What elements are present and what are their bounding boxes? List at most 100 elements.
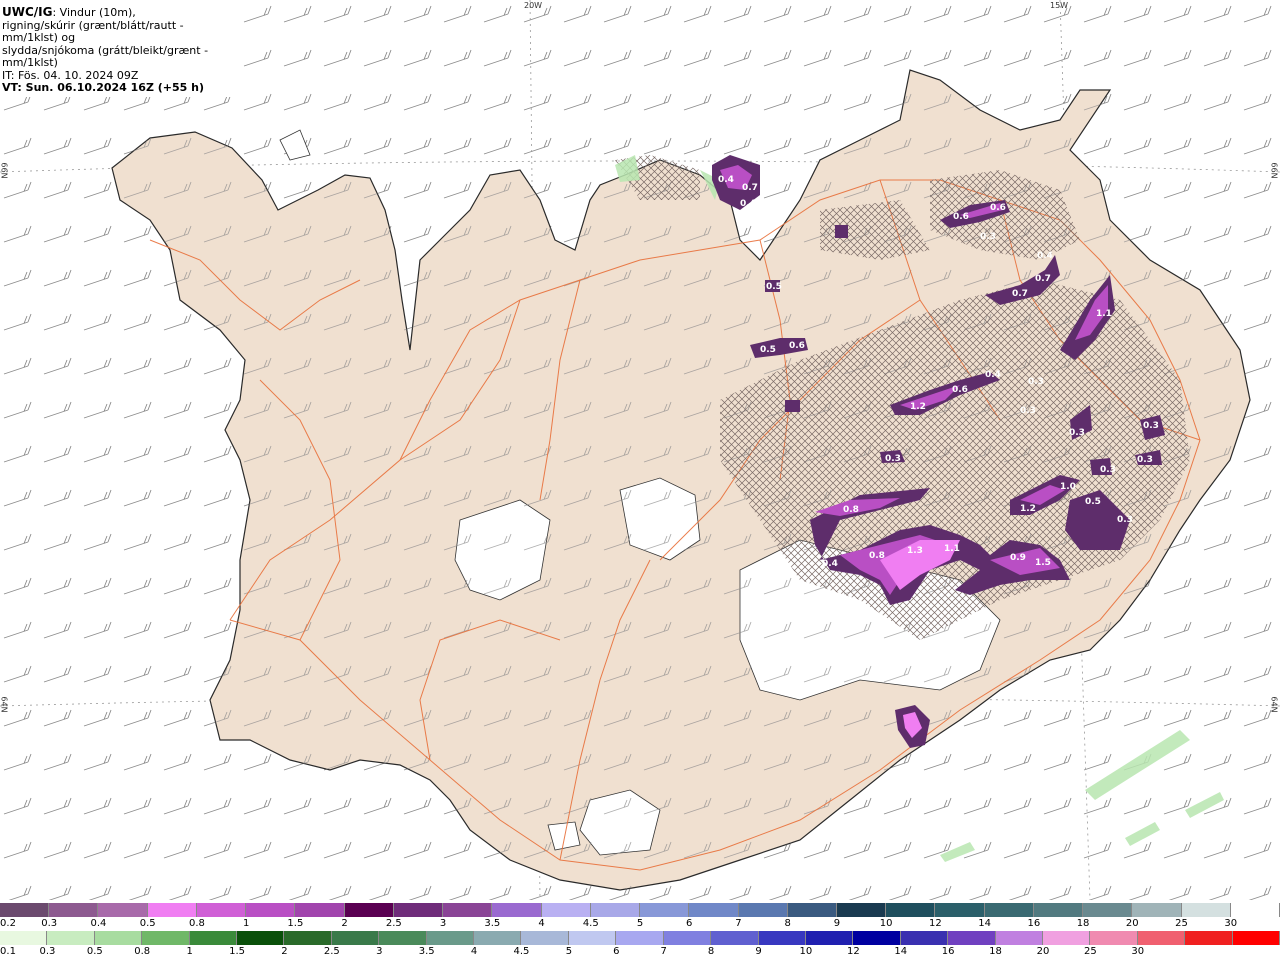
legend-label: 2 [281, 946, 288, 957]
legend-swatch [521, 931, 569, 945]
precip-label: 0.4 [822, 559, 838, 569]
precip-label: 0.7 [742, 183, 758, 193]
precip-label: 1.0 [1060, 482, 1076, 492]
legend-swatch [47, 931, 95, 945]
lat-label-left-upper: 66N [0, 162, 9, 179]
legend-label: 0.5 [139, 918, 156, 929]
legend-label: 1 [186, 946, 193, 957]
precip-label: 0.5 [766, 282, 782, 292]
legend-swatch [344, 903, 394, 917]
precip-label: 0.6 [789, 341, 805, 351]
lat-label-left-lower: 64N [0, 696, 9, 713]
lat-label-right-lower: 64N [1269, 696, 1279, 713]
legend-swatch [393, 903, 444, 917]
legend-swatch [689, 903, 739, 917]
precip-label: 0.3 [885, 454, 901, 464]
legend-swatch [568, 931, 617, 945]
legend-swatch [284, 931, 332, 945]
precip-label: 0.4 [985, 370, 1001, 380]
valid-time: VT: Sun. 06.10.2024 16Z (+55 h) [2, 81, 205, 94]
legend-label: 1.5 [287, 918, 304, 929]
legend-label: 0.4 [90, 918, 107, 929]
legend-label: 0.1 [0, 946, 16, 957]
legend-swatch [541, 903, 591, 917]
legend-label: 6 [686, 918, 693, 929]
title-line-1: : Vindur (10m), [52, 6, 136, 19]
legend-swatch [331, 931, 380, 945]
precip-label: 0.4 [718, 175, 734, 185]
legend-label: 0.5 [86, 946, 103, 957]
legend-swatch [640, 903, 690, 917]
legend-swatch [886, 903, 936, 917]
legend-swatch [49, 903, 99, 917]
legend-swatch [663, 931, 712, 945]
legend-label: 7 [735, 918, 742, 929]
title-line-2: rigning/skúrir (grænt/blátt/rautt - mm/1… [2, 18, 184, 44]
legend-swatch [295, 903, 345, 917]
legend-swatch [984, 903, 1034, 917]
legend-label: 8 [707, 946, 715, 957]
legend-swatch [379, 931, 427, 945]
legend-label: 5 [636, 918, 644, 929]
lon-label-20w: 20W [524, 1, 543, 10]
precip-label: 0.6 [990, 203, 1006, 213]
legend-swatch [426, 931, 475, 945]
legend-swatch [443, 903, 493, 917]
legend-swatch [1181, 903, 1231, 917]
map-info-box: UWC/IG: Vindur (10m), rigning/skúrir (gr… [0, 0, 238, 97]
rain-legend-swatches [0, 931, 1280, 945]
legend-swatch [189, 931, 238, 945]
legend-swatch [94, 931, 143, 945]
legend-label: 18 [989, 946, 1002, 957]
legend-swatch [1132, 903, 1182, 917]
legend-swatch [492, 903, 542, 917]
legend-swatch [616, 931, 664, 945]
legend-label: 16 [1027, 918, 1041, 929]
legend-label: 1.5 [229, 946, 245, 957]
legend-label: 25 [1083, 946, 1097, 957]
legend-label: 9 [755, 946, 762, 957]
precip-label: 0.7 [1012, 289, 1028, 299]
legend-label: 30 [1131, 946, 1145, 957]
legend-label: 10 [799, 946, 813, 957]
lat-label-right-upper: 66N [1269, 162, 1279, 179]
legend-label: 0.2 [0, 918, 16, 929]
precip-label: 0.3 [1143, 421, 1159, 431]
precip-label: 0.8 [869, 551, 885, 561]
precip-label: 1.5 [1035, 558, 1051, 568]
legend-label: 16 [941, 946, 955, 957]
legend-label: 2 [341, 918, 348, 929]
legend-swatch [948, 931, 996, 945]
precip-label: 1.2 [910, 402, 926, 412]
legend-label: 4.5 [582, 918, 599, 929]
legend-swatch [935, 903, 985, 917]
weather-map[interactable]: 0.4 0.7 0.4 0.6 0.6 0.3 0.4 0.7 0.7 1.1 … [0, 0, 1280, 900]
product-name: UWC/IG [2, 5, 53, 19]
legend-swatch [738, 903, 788, 917]
legend-swatch [711, 931, 759, 945]
legend-swatch [246, 903, 296, 917]
legend-swatch [805, 931, 854, 945]
legend-label: 20 [1036, 946, 1050, 957]
legend-label: 12 [929, 918, 942, 929]
precip-label: 0.5 [760, 345, 776, 355]
legend-label: 0.8 [188, 918, 205, 929]
legend-swatch [590, 903, 641, 917]
precip-label: 0.3 [1100, 465, 1116, 475]
legend-swatch [900, 931, 949, 945]
precip-label: 0.3 [1028, 377, 1044, 387]
legend-swatch [147, 903, 197, 917]
legend-label: 4.5 [513, 946, 530, 957]
legend-label: 7 [660, 946, 667, 957]
precip-label: 1.2 [1020, 504, 1036, 514]
legend-label: 3.5 [418, 946, 435, 957]
precip-label: 0.4 [740, 199, 756, 209]
precip-label: 0.3 [980, 232, 996, 242]
legend-swatch [787, 903, 837, 917]
legend-label: 14 [894, 946, 908, 957]
legend-swatch [98, 903, 148, 917]
precip-label: 0.3 [1020, 406, 1036, 416]
legend-swatch [1083, 903, 1133, 917]
precip-label: 0.6 [952, 385, 968, 395]
legend-label: 3 [376, 946, 383, 957]
